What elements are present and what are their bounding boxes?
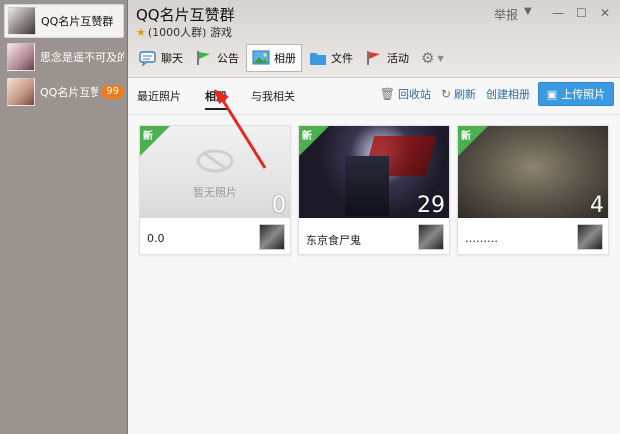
conversation-list: QQ名片互赞群 思念是遥不可及的 QQ名片互赞 99 [0, 0, 128, 434]
avatar [8, 7, 36, 35]
upload-photo-button[interactable]: ▣ 上传照片 [538, 82, 614, 106]
create-album-link[interactable]: 创建相册 [486, 86, 530, 102]
toolbar: 聊天 公告 相册 文件 活动 ⚙ ▼ [134, 44, 451, 72]
flag-icon [197, 51, 210, 65]
tab-label: 活动 [387, 52, 409, 65]
recycle-bin-button[interactable]: 🗑 回收站 [380, 86, 431, 102]
tab-events[interactable]: 活动 [360, 44, 414, 72]
star-icon: ★ [136, 26, 146, 39]
page-title: QQ名片互赞群 [136, 6, 235, 24]
album-owner-avatar [259, 224, 285, 250]
conversation-item-qq-group[interactable]: QQ名片互赞群 [4, 4, 124, 38]
maximize-icon[interactable]: ☐ [576, 6, 587, 20]
tab-announcement[interactable]: 公告 [190, 44, 244, 72]
tab-recent-photos[interactable]: 最近照片 [137, 88, 181, 110]
settings-menu[interactable]: ⚙ ▼ [416, 44, 449, 72]
flag-red-icon [367, 51, 380, 65]
album-owner-avatar [418, 224, 444, 250]
upload-label: 上传照片 [561, 88, 606, 101]
avatar [7, 43, 35, 71]
tab-label: 相册 [274, 52, 296, 65]
artwork-shape [345, 156, 389, 216]
close-icon[interactable]: ✕ [600, 6, 610, 20]
divider [128, 114, 620, 115]
new-label: 新 [461, 131, 471, 142]
chat-icon [139, 51, 156, 66]
album-card[interactable]: 29 新 东京食尸鬼 [298, 125, 450, 255]
album-card[interactable]: 4 新 ……… [457, 125, 609, 255]
new-label: 新 [302, 131, 312, 142]
album-tabs: 最近照片 相册 与我相关 [137, 88, 319, 110]
group-subtitle: ★ (1000人群) 游戏 [136, 24, 232, 40]
tab-files[interactable]: 文件 [304, 44, 358, 72]
trash-icon: 🗑 [379, 87, 395, 101]
gear-icon: ⚙ [421, 49, 435, 67]
tab-label: 聊天 [161, 52, 183, 65]
new-label: 新 [143, 131, 153, 142]
tab-label: 公告 [217, 52, 239, 65]
recycle-label: 回收站 [397, 88, 431, 101]
upload-image-icon: ▣ [546, 87, 558, 101]
photo-count: 29 [417, 193, 445, 218]
photo-count: 0 [272, 193, 286, 218]
album-panel: 最近照片 相册 与我相关 🗑 回收站 ↻ 刷新 创建相册 ▣ 上传照片 暂无照片 0… [128, 78, 620, 434]
album-name: ……… [465, 232, 498, 245]
photo-icon [252, 50, 270, 65]
tab-chat[interactable]: 聊天 [134, 44, 188, 72]
tab-label: 文件 [331, 52, 353, 65]
refresh-label: 刷新 [454, 88, 476, 101]
conversation-item-2[interactable]: 思念是遥不可及的 [4, 40, 124, 74]
album-name: 东京食尸鬼 [306, 234, 361, 247]
folder-icon [310, 53, 326, 65]
report-link[interactable]: 举报 [494, 6, 518, 23]
refresh-icon: ↻ [440, 87, 451, 101]
minimize-icon[interactable]: — [552, 6, 564, 20]
eye-slash-icon [196, 149, 234, 173]
group-info: (1000人群) 游戏 [147, 26, 232, 39]
conversation-label: QQ名片互赞 [40, 86, 99, 99]
tab-album[interactable]: 相册 [246, 44, 302, 72]
empty-album-text: 暂无照片 [193, 186, 237, 199]
album-actions: 🗑 回收站 ↻ 刷新 创建相册 ▣ 上传照片 [370, 82, 614, 106]
tab-albums[interactable]: 相册 [205, 88, 227, 110]
menu-dropdown-icon[interactable]: ▼ [524, 6, 532, 17]
unread-badge: 99 [101, 85, 124, 99]
album-name: 0.0 [147, 232, 165, 245]
conversation-label: QQ名片互赞群 [41, 15, 114, 28]
refresh-button[interactable]: ↻ 刷新 [441, 86, 476, 102]
photo-count: 4 [590, 193, 604, 218]
conversation-label: 思念是遥不可及的 [40, 51, 124, 64]
window-header: QQ名片互赞群 ★ (1000人群) 游戏 举报 ▼ — ☐ ✕ 聊天 公告 相册… [128, 0, 620, 78]
album-owner-avatar [577, 224, 603, 250]
tab-related-to-me[interactable]: 与我相关 [251, 88, 295, 110]
avatar [7, 78, 35, 106]
chat-window: QQ名片互赞群 ★ (1000人群) 游戏 举报 ▼ — ☐ ✕ 聊天 公告 相册… [128, 0, 620, 434]
chevron-down-icon: ▼ [437, 53, 444, 63]
album-card[interactable]: 暂无照片 0 新 0.0 [139, 125, 291, 255]
conversation-item-3[interactable]: QQ名片互赞 99 [4, 75, 124, 109]
